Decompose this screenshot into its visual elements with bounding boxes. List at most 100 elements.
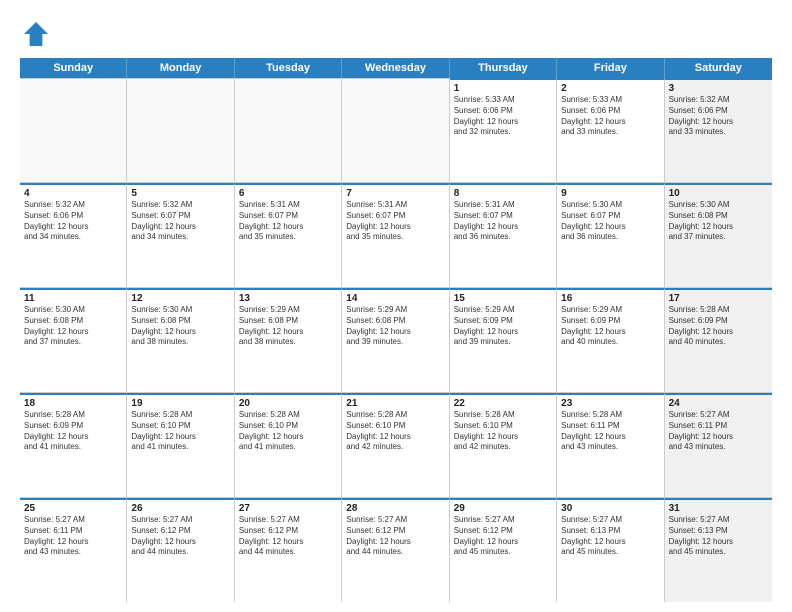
calendar-cell: 8Sunrise: 5:31 AM Sunset: 6:07 PM Daylig…: [450, 183, 557, 287]
cell-info: Sunrise: 5:32 AM Sunset: 6:06 PM Dayligh…: [669, 95, 768, 138]
calendar-cell: 12Sunrise: 5:30 AM Sunset: 6:08 PM Dayli…: [127, 288, 234, 392]
day-number: 25: [24, 503, 122, 514]
calendar-cell: 27Sunrise: 5:27 AM Sunset: 6:12 PM Dayli…: [235, 498, 342, 602]
weekday-header: Sunday: [20, 58, 127, 78]
cell-info: Sunrise: 5:28 AM Sunset: 6:10 PM Dayligh…: [239, 410, 337, 453]
day-number: 11: [24, 293, 122, 304]
logo-icon: [20, 18, 52, 50]
day-number: 31: [669, 503, 768, 514]
cell-info: Sunrise: 5:28 AM Sunset: 6:11 PM Dayligh…: [561, 410, 659, 453]
weekday-header: Tuesday: [235, 58, 342, 78]
calendar-cell: 16Sunrise: 5:29 AM Sunset: 6:09 PM Dayli…: [557, 288, 664, 392]
calendar-cell: 5Sunrise: 5:32 AM Sunset: 6:07 PM Daylig…: [127, 183, 234, 287]
calendar-cell: 15Sunrise: 5:29 AM Sunset: 6:09 PM Dayli…: [450, 288, 557, 392]
calendar-cell: 17Sunrise: 5:28 AM Sunset: 6:09 PM Dayli…: [665, 288, 772, 392]
weekday-header: Friday: [557, 58, 664, 78]
calendar-cell: 23Sunrise: 5:28 AM Sunset: 6:11 PM Dayli…: [557, 393, 664, 497]
cell-info: Sunrise: 5:32 AM Sunset: 6:06 PM Dayligh…: [24, 200, 122, 243]
day-number: 28: [346, 503, 444, 514]
day-number: 26: [131, 503, 229, 514]
weekday-header: Thursday: [450, 58, 557, 78]
weekday-header: Wednesday: [342, 58, 449, 78]
day-number: 17: [669, 293, 768, 304]
cell-info: Sunrise: 5:29 AM Sunset: 6:09 PM Dayligh…: [454, 305, 552, 348]
cell-info: Sunrise: 5:29 AM Sunset: 6:09 PM Dayligh…: [561, 305, 659, 348]
day-number: 2: [561, 83, 659, 94]
logo: [20, 18, 56, 50]
calendar-cell: 30Sunrise: 5:27 AM Sunset: 6:13 PM Dayli…: [557, 498, 664, 602]
day-number: 23: [561, 398, 659, 409]
calendar-cell: 25Sunrise: 5:27 AM Sunset: 6:11 PM Dayli…: [20, 498, 127, 602]
cell-info: Sunrise: 5:29 AM Sunset: 6:08 PM Dayligh…: [239, 305, 337, 348]
calendar-cell: 28Sunrise: 5:27 AM Sunset: 6:12 PM Dayli…: [342, 498, 449, 602]
cell-info: Sunrise: 5:29 AM Sunset: 6:08 PM Dayligh…: [346, 305, 444, 348]
calendar-cell: 7Sunrise: 5:31 AM Sunset: 6:07 PM Daylig…: [342, 183, 449, 287]
calendar-cell: 20Sunrise: 5:28 AM Sunset: 6:10 PM Dayli…: [235, 393, 342, 497]
day-number: 10: [669, 188, 768, 199]
day-number: 16: [561, 293, 659, 304]
calendar-cell: 1Sunrise: 5:33 AM Sunset: 6:06 PM Daylig…: [450, 78, 557, 182]
day-number: 29: [454, 503, 552, 514]
cell-info: Sunrise: 5:30 AM Sunset: 6:08 PM Dayligh…: [669, 200, 768, 243]
calendar-cell: 2Sunrise: 5:33 AM Sunset: 6:06 PM Daylig…: [557, 78, 664, 182]
day-number: 14: [346, 293, 444, 304]
day-number: 24: [669, 398, 768, 409]
calendar-cell: 22Sunrise: 5:28 AM Sunset: 6:10 PM Dayli…: [450, 393, 557, 497]
calendar-cell: 10Sunrise: 5:30 AM Sunset: 6:08 PM Dayli…: [665, 183, 772, 287]
calendar-cell: 31Sunrise: 5:27 AM Sunset: 6:13 PM Dayli…: [665, 498, 772, 602]
cell-info: Sunrise: 5:27 AM Sunset: 6:13 PM Dayligh…: [561, 515, 659, 558]
cell-info: Sunrise: 5:27 AM Sunset: 6:12 PM Dayligh…: [346, 515, 444, 558]
day-number: 15: [454, 293, 552, 304]
day-number: 3: [669, 83, 768, 94]
cell-info: Sunrise: 5:27 AM Sunset: 6:11 PM Dayligh…: [24, 515, 122, 558]
calendar-cell: 19Sunrise: 5:28 AM Sunset: 6:10 PM Dayli…: [127, 393, 234, 497]
calendar-cell: 21Sunrise: 5:28 AM Sunset: 6:10 PM Dayli…: [342, 393, 449, 497]
day-number: 18: [24, 398, 122, 409]
calendar-row: 4Sunrise: 5:32 AM Sunset: 6:06 PM Daylig…: [20, 183, 772, 288]
cell-info: Sunrise: 5:27 AM Sunset: 6:12 PM Dayligh…: [454, 515, 552, 558]
cell-info: Sunrise: 5:28 AM Sunset: 6:10 PM Dayligh…: [454, 410, 552, 453]
cell-info: Sunrise: 5:28 AM Sunset: 6:10 PM Dayligh…: [131, 410, 229, 453]
calendar-cell: 11Sunrise: 5:30 AM Sunset: 6:08 PM Dayli…: [20, 288, 127, 392]
calendar-cell: 24Sunrise: 5:27 AM Sunset: 6:11 PM Dayli…: [665, 393, 772, 497]
day-number: 13: [239, 293, 337, 304]
calendar-cell: [342, 78, 449, 182]
calendar-cell: 18Sunrise: 5:28 AM Sunset: 6:09 PM Dayli…: [20, 393, 127, 497]
calendar-row: 25Sunrise: 5:27 AM Sunset: 6:11 PM Dayli…: [20, 498, 772, 602]
day-number: 27: [239, 503, 337, 514]
cell-info: Sunrise: 5:28 AM Sunset: 6:10 PM Dayligh…: [346, 410, 444, 453]
calendar-cell: [235, 78, 342, 182]
cell-info: Sunrise: 5:30 AM Sunset: 6:07 PM Dayligh…: [561, 200, 659, 243]
calendar-row: 1Sunrise: 5:33 AM Sunset: 6:06 PM Daylig…: [20, 78, 772, 183]
day-number: 22: [454, 398, 552, 409]
day-number: 30: [561, 503, 659, 514]
day-number: 7: [346, 188, 444, 199]
day-number: 20: [239, 398, 337, 409]
cell-info: Sunrise: 5:32 AM Sunset: 6:07 PM Dayligh…: [131, 200, 229, 243]
day-number: 5: [131, 188, 229, 199]
cell-info: Sunrise: 5:27 AM Sunset: 6:13 PM Dayligh…: [669, 515, 768, 558]
cell-info: Sunrise: 5:33 AM Sunset: 6:06 PM Dayligh…: [454, 95, 552, 138]
calendar-cell: 3Sunrise: 5:32 AM Sunset: 6:06 PM Daylig…: [665, 78, 772, 182]
weekday-header: Saturday: [665, 58, 772, 78]
cell-info: Sunrise: 5:31 AM Sunset: 6:07 PM Dayligh…: [346, 200, 444, 243]
calendar-cell: 13Sunrise: 5:29 AM Sunset: 6:08 PM Dayli…: [235, 288, 342, 392]
calendar-cell: 14Sunrise: 5:29 AM Sunset: 6:08 PM Dayli…: [342, 288, 449, 392]
cell-info: Sunrise: 5:30 AM Sunset: 6:08 PM Dayligh…: [24, 305, 122, 348]
day-number: 4: [24, 188, 122, 199]
calendar: SundayMondayTuesdayWednesdayThursdayFrid…: [20, 58, 772, 602]
calendar-cell: [127, 78, 234, 182]
calendar-row: 18Sunrise: 5:28 AM Sunset: 6:09 PM Dayli…: [20, 393, 772, 498]
day-number: 19: [131, 398, 229, 409]
cell-info: Sunrise: 5:28 AM Sunset: 6:09 PM Dayligh…: [669, 305, 768, 348]
cell-info: Sunrise: 5:27 AM Sunset: 6:12 PM Dayligh…: [239, 515, 337, 558]
day-number: 12: [131, 293, 229, 304]
day-number: 6: [239, 188, 337, 199]
weekday-header: Monday: [127, 58, 234, 78]
cell-info: Sunrise: 5:31 AM Sunset: 6:07 PM Dayligh…: [454, 200, 552, 243]
calendar-cell: 4Sunrise: 5:32 AM Sunset: 6:06 PM Daylig…: [20, 183, 127, 287]
calendar-cell: 26Sunrise: 5:27 AM Sunset: 6:12 PM Dayli…: [127, 498, 234, 602]
calendar-cell: [20, 78, 127, 182]
cell-info: Sunrise: 5:28 AM Sunset: 6:09 PM Dayligh…: [24, 410, 122, 453]
day-number: 8: [454, 188, 552, 199]
